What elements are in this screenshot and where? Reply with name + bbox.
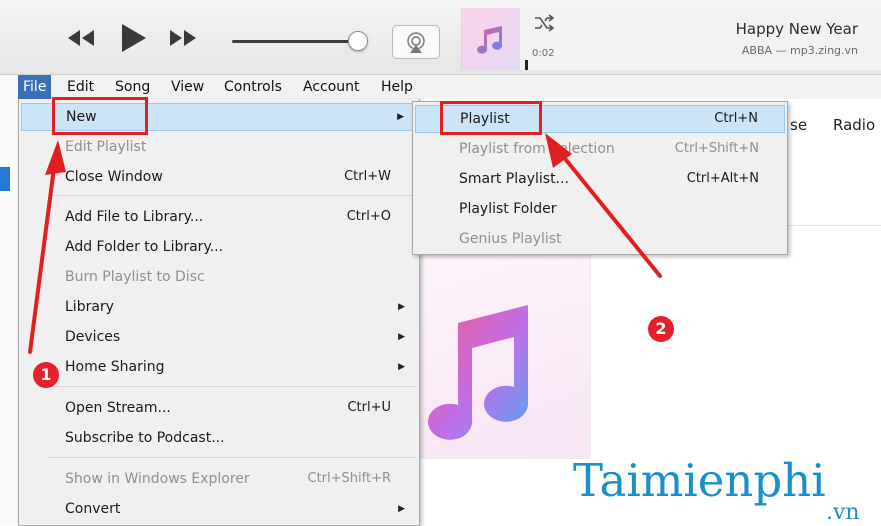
- arrow-1: [28, 158, 57, 354]
- annotation-arrows: [28, 133, 662, 354]
- arrow-2: [556, 148, 662, 278]
- arrow-1-head: [45, 140, 66, 175]
- step-badge-2: 2: [648, 316, 674, 342]
- step-badge-1: 1: [33, 362, 59, 388]
